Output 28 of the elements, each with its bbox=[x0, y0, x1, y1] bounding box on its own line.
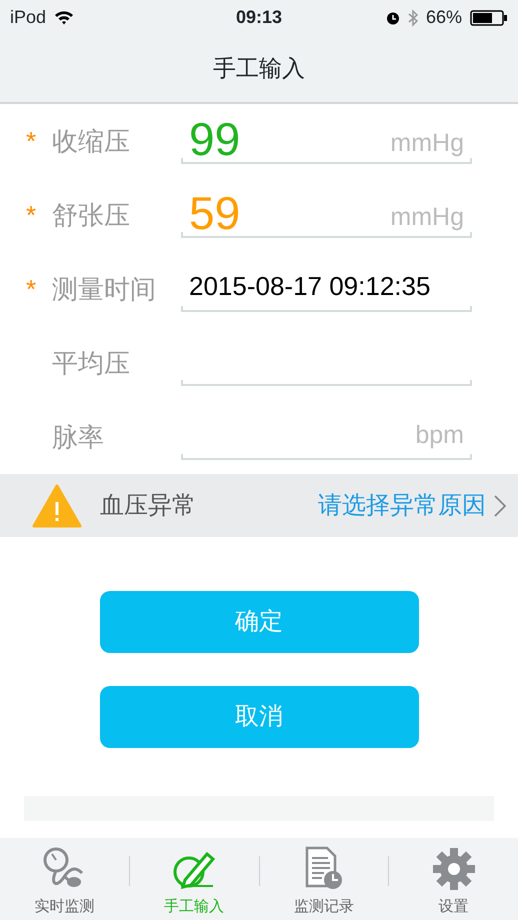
tab-item[interactable]: 手工输入 bbox=[130, 838, 258, 918]
field-label: 平均压 bbox=[52, 346, 131, 380]
clock-time: 09:13 bbox=[234, 6, 284, 29]
tab-item[interactable]: 设置 bbox=[389, 838, 518, 918]
reason-link[interactable]: 请选择异常原因 bbox=[318, 488, 486, 524]
action-button[interactable]: 确定 bbox=[100, 591, 418, 653]
warning-icon bbox=[32, 484, 82, 528]
settings-icon bbox=[430, 846, 477, 892]
required-asterisk: * bbox=[26, 124, 38, 158]
bluetooth-icon bbox=[408, 8, 418, 26]
document-clock-icon bbox=[304, 846, 344, 892]
alarm-icon bbox=[386, 10, 400, 24]
wifi-icon bbox=[54, 10, 74, 25]
field-label: 测量时间 bbox=[52, 272, 157, 306]
tab-item[interactable]: 监测记录 bbox=[260, 838, 388, 918]
required-asterisk: * bbox=[26, 198, 38, 232]
tab-item[interactable]: 实时监测 bbox=[0, 838, 129, 918]
action-button[interactable]: 取消 bbox=[100, 686, 418, 748]
field-label: 脉率 bbox=[52, 420, 105, 454]
battery-icon bbox=[470, 10, 508, 26]
field-label: 收缩压 bbox=[52, 124, 131, 158]
alert-label: 血压异常 bbox=[100, 490, 196, 520]
required-asterisk: * bbox=[26, 272, 38, 306]
field-label: 舒张压 bbox=[52, 198, 131, 232]
battery-percent: 66% bbox=[426, 6, 462, 29]
carrier-label: iPod bbox=[10, 6, 46, 29]
nav-title: 手工输入 bbox=[213, 54, 305, 84]
chevron-icon[interactable] bbox=[494, 494, 506, 518]
